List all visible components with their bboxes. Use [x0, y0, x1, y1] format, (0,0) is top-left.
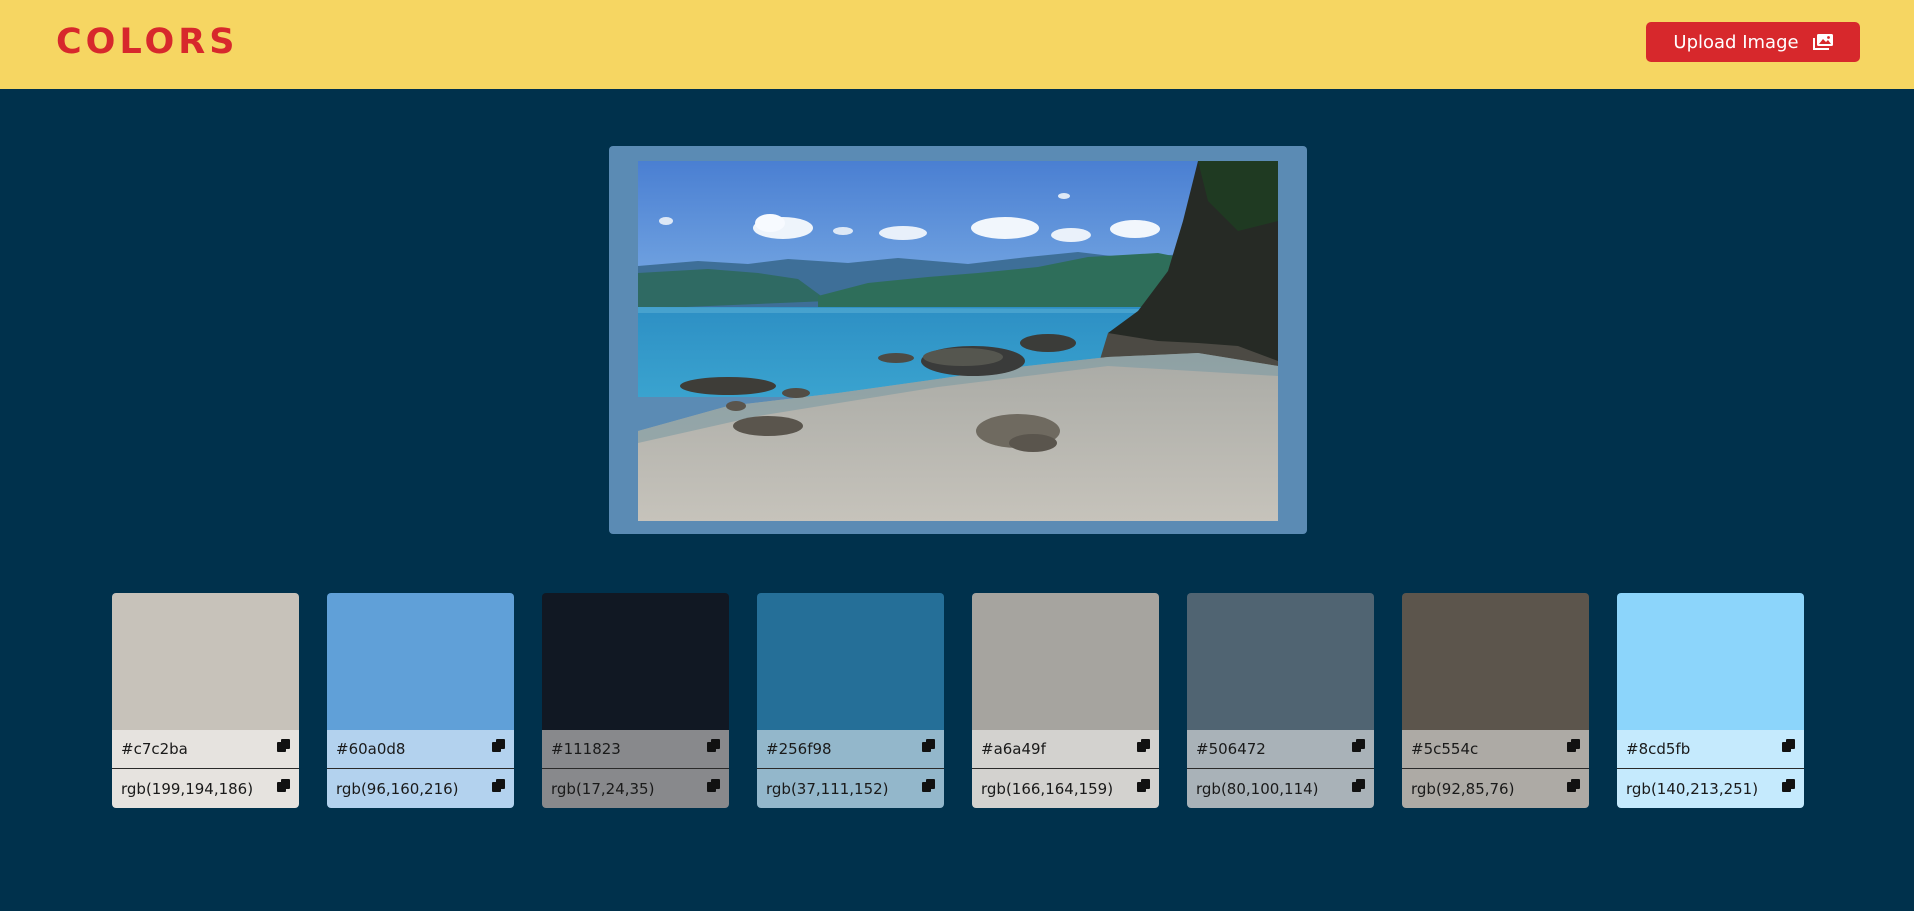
rgb-row: rgb(17,24,35): [542, 769, 729, 808]
copy-icon[interactable]: [1137, 778, 1150, 793]
rgb-value: rgb(92,85,76): [1411, 779, 1515, 798]
swatch-color-block: [112, 593, 299, 730]
color-swatch: #256f98 rgb(37,111,152): [757, 593, 944, 808]
image-preview-frame: [609, 146, 1307, 534]
swatch-color-block: [1617, 593, 1804, 730]
color-swatch: #111823 rgb(17,24,35): [542, 593, 729, 808]
hex-row: #111823: [542, 730, 729, 768]
color-swatch: #5c554c rgb(92,85,76): [1402, 593, 1589, 808]
rgb-row: rgb(37,111,152): [757, 769, 944, 808]
copy-icon[interactable]: [1137, 739, 1150, 753]
rgb-value: rgb(140,213,251): [1626, 779, 1759, 798]
image-icon: [1812, 34, 1833, 50]
copy-icon[interactable]: [492, 778, 505, 793]
swatch-color-block: [327, 593, 514, 730]
copy-icon[interactable]: [277, 739, 290, 753]
color-swatch: #8cd5fb rgb(140,213,251): [1617, 593, 1804, 808]
color-swatch: #60a0d8 rgb(96,160,216): [327, 593, 514, 808]
rgb-value: rgb(96,160,216): [336, 779, 459, 798]
hex-value: #5c554c: [1411, 740, 1479, 758]
beach-photo: [638, 161, 1278, 521]
rgb-row: rgb(166,164,159): [972, 769, 1159, 808]
rgb-value: rgb(80,100,114): [1196, 779, 1319, 798]
rgb-row: rgb(140,213,251): [1617, 769, 1804, 808]
color-swatch: #506472 rgb(80,100,114): [1187, 593, 1374, 808]
hex-value: #8cd5fb: [1626, 740, 1691, 758]
swatch-color-block: [542, 593, 729, 730]
rgb-row: rgb(92,85,76): [1402, 769, 1589, 808]
hex-value: #a6a49f: [981, 740, 1046, 758]
copy-icon[interactable]: [1567, 778, 1580, 793]
rgb-row: rgb(80,100,114): [1187, 769, 1374, 808]
copy-icon[interactable]: [1782, 739, 1795, 753]
app-logo: COLORS: [56, 22, 239, 62]
copy-icon[interactable]: [707, 739, 720, 753]
color-swatch: #a6a49f rgb(166,164,159): [972, 593, 1159, 808]
hex-row: #c7c2ba: [112, 730, 299, 768]
swatch-color-block: [1187, 593, 1374, 730]
rgb-row: rgb(96,160,216): [327, 769, 514, 808]
copy-icon[interactable]: [1782, 778, 1795, 793]
hex-row: #506472: [1187, 730, 1374, 768]
rgb-value: rgb(166,164,159): [981, 779, 1114, 798]
app-header: COLORS Upload Image: [0, 0, 1914, 89]
hex-value: #506472: [1196, 740, 1266, 758]
hex-row: #8cd5fb: [1617, 730, 1804, 768]
hex-value: #111823: [551, 740, 621, 758]
rgb-value: rgb(37,111,152): [766, 779, 889, 798]
hex-row: #60a0d8: [327, 730, 514, 768]
rgb-row: rgb(199,194,186): [112, 769, 299, 808]
copy-icon[interactable]: [1352, 778, 1365, 793]
swatch-color-block: [757, 593, 944, 730]
hex-value: #256f98: [766, 740, 832, 758]
rgb-value: rgb(17,24,35): [551, 779, 655, 798]
copy-icon[interactable]: [492, 739, 505, 753]
hex-row: #5c554c: [1402, 730, 1589, 768]
rgb-value: rgb(199,194,186): [121, 779, 254, 798]
hex-row: #256f98: [757, 730, 944, 768]
color-swatch: #c7c2ba rgb(199,194,186): [112, 593, 299, 808]
upload-image-button[interactable]: Upload Image: [1646, 22, 1860, 62]
copy-icon[interactable]: [277, 778, 290, 793]
copy-icon[interactable]: [707, 778, 720, 793]
swatch-color-block: [972, 593, 1159, 730]
copy-icon[interactable]: [1567, 739, 1580, 753]
hex-value: #60a0d8: [336, 740, 406, 758]
copy-icon[interactable]: [922, 739, 935, 753]
hex-row: #a6a49f: [972, 730, 1159, 768]
copy-icon[interactable]: [1352, 739, 1365, 753]
swatch-color-block: [1402, 593, 1589, 730]
hex-value: #c7c2ba: [121, 740, 188, 758]
copy-icon[interactable]: [922, 778, 935, 793]
upload-button-label: Upload Image: [1673, 31, 1799, 53]
